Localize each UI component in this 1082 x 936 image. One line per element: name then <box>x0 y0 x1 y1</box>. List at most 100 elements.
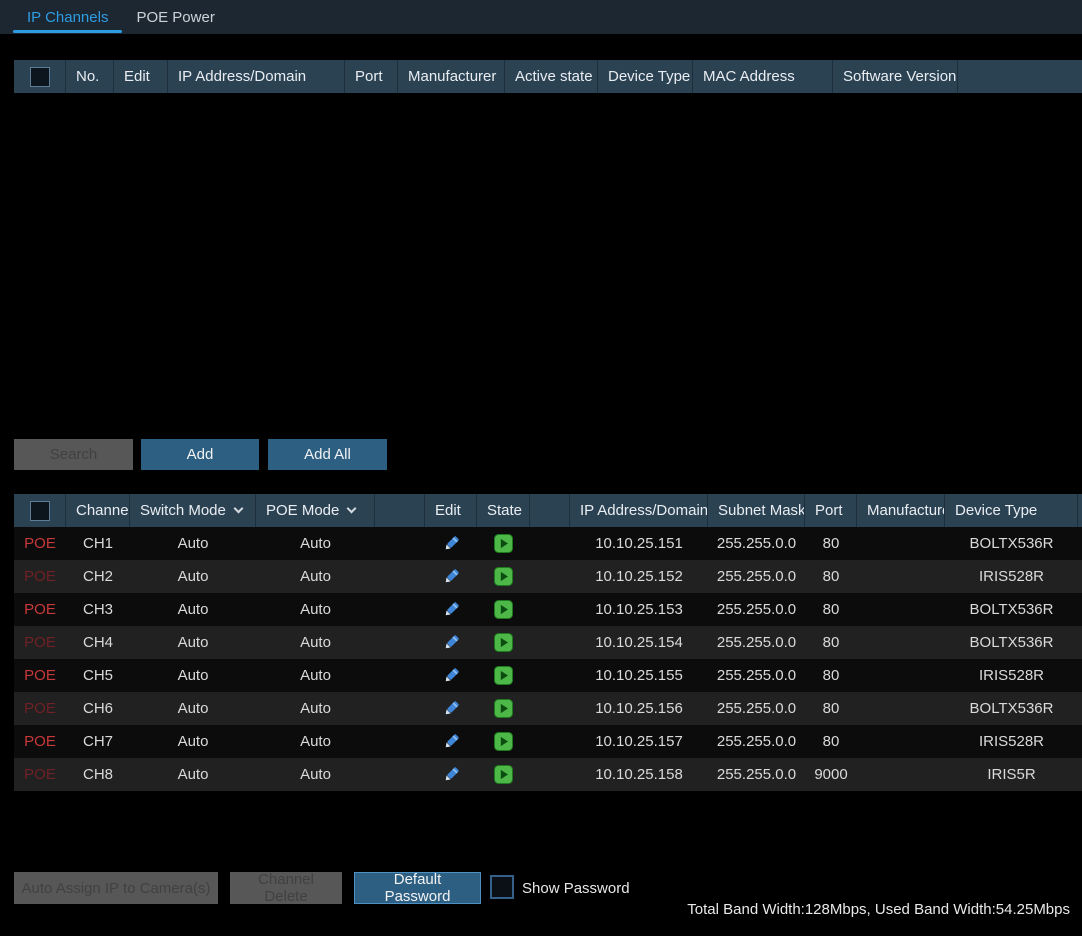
col-device-type: Device Type <box>945 494 1078 527</box>
show-password-label: Show Password <box>522 880 630 897</box>
play-state-icon <box>494 600 513 619</box>
tab-ip-channels[interactable]: IP Channels <box>13 0 122 34</box>
poe-label: POE <box>14 634 66 651</box>
col-ip-address: IP Address/Domain <box>570 494 708 527</box>
subnet-mask-cell: 255.255.0.0 <box>708 634 805 651</box>
play-state-icon <box>494 534 513 553</box>
add-all-button[interactable]: Add All <box>268 439 387 470</box>
ip-address-cell: 10.10.25.153 <box>570 601 708 618</box>
ip-address-cell: 10.10.25.156 <box>570 700 708 717</box>
port-cell: 80 <box>805 667 857 684</box>
ip-address-cell: 10.10.25.152 <box>570 568 708 585</box>
tab-poe-power[interactable]: POE Power <box>122 0 228 34</box>
channel-row[interactable]: POE CH5 Auto Auto <box>14 659 1082 692</box>
channel-row[interactable]: POE CH4 Auto Auto <box>14 626 1082 659</box>
poe-mode-cell: Auto <box>256 535 375 552</box>
channel-cell: CH6 <box>66 700 130 717</box>
state-play-button[interactable] <box>477 600 530 619</box>
channel-cell: CH4 <box>66 634 130 651</box>
device-type-cell: BOLTX536R <box>945 535 1078 552</box>
ip-address-cell: 10.10.25.157 <box>570 733 708 750</box>
state-play-button[interactable] <box>477 666 530 685</box>
empty-header-cell <box>530 494 570 527</box>
poe-mode-cell: Auto <box>256 634 375 651</box>
port-cell: 9000 <box>805 766 857 783</box>
col-no: No. <box>66 60 114 93</box>
device-type-cell: BOLTX536R <box>945 700 1078 717</box>
channel-cell: CH8 <box>66 766 130 783</box>
col-edit: Edit <box>114 60 168 93</box>
pencil-icon <box>442 765 461 784</box>
col-device-type: Device Type <box>598 60 693 93</box>
pencil-icon <box>442 600 461 619</box>
col-channel: Channel <box>66 494 130 527</box>
state-play-button[interactable] <box>477 732 530 751</box>
play-state-icon <box>494 567 513 586</box>
pencil-icon <box>442 732 461 751</box>
switch-mode-cell: Auto <box>130 535 256 552</box>
device-type-cell: BOLTX536R <box>945 601 1078 618</box>
state-play-button[interactable] <box>477 765 530 784</box>
channel-row[interactable]: POE CH2 Auto Auto <box>14 560 1082 593</box>
poe-mode-cell: Auto <box>256 733 375 750</box>
chevron-down-icon <box>347 503 357 513</box>
show-password-checkbox[interactable] <box>490 875 514 899</box>
empty-header-cell <box>375 494 425 527</box>
switch-mode-cell: Auto <box>130 733 256 750</box>
search-table-header: No. Edit IP Address/Domain Port Manufact… <box>14 60 1082 93</box>
state-play-button[interactable] <box>477 633 530 652</box>
play-state-icon <box>494 699 513 718</box>
default-password-button[interactable]: Default Password <box>354 872 481 904</box>
poe-label: POE <box>14 535 66 552</box>
channel-delete-button[interactable]: Channel Delete <box>230 872 342 904</box>
switch-mode-cell: Auto <box>130 634 256 651</box>
subnet-mask-cell: 255.255.0.0 <box>708 733 805 750</box>
subnet-mask-cell: 255.255.0.0 <box>708 601 805 618</box>
state-play-button[interactable] <box>477 534 530 553</box>
subnet-mask-cell: 255.255.0.0 <box>708 535 805 552</box>
channel-cell: CH1 <box>66 535 130 552</box>
edit-button[interactable] <box>425 534 477 553</box>
switch-mode-cell: Auto <box>130 568 256 585</box>
pencil-icon <box>442 534 461 553</box>
search-select-all-checkbox[interactable] <box>30 67 50 87</box>
add-button[interactable]: Add <box>141 439 259 470</box>
bandwidth-status: Total Band Width:128Mbps, Used Band Widt… <box>687 901 1070 918</box>
edit-button[interactable] <box>425 765 477 784</box>
search-button[interactable]: Search <box>14 439 133 470</box>
subnet-mask-cell: 255.255.0.0 <box>708 700 805 717</box>
channel-row[interactable]: POE CH3 Auto Auto <box>14 593 1082 626</box>
port-cell: 80 <box>805 733 857 750</box>
col-manufacturer: Manufacturer <box>398 60 505 93</box>
edit-button[interactable] <box>425 732 477 751</box>
edit-button[interactable] <box>425 699 477 718</box>
channel-row[interactable]: POE CH6 Auto Auto <box>14 692 1082 725</box>
subnet-mask-cell: 255.255.0.0 <box>708 568 805 585</box>
channel-row[interactable]: POE CH8 Auto Auto <box>14 758 1082 791</box>
edit-button[interactable] <box>425 567 477 586</box>
poe-mode-cell: Auto <box>256 601 375 618</box>
channel-table-header: Channel Switch Mode POE Mode Edit State … <box>14 494 1082 527</box>
play-state-icon <box>494 666 513 685</box>
channel-select-all-cell <box>14 494 66 527</box>
poe-mode-label: POE Mode <box>266 502 339 519</box>
edit-button[interactable] <box>425 600 477 619</box>
channel-row[interactable]: POE CH1 Auto Auto <box>14 527 1082 560</box>
empty-header-cell <box>958 60 1082 93</box>
channel-select-all-checkbox[interactable] <box>30 501 50 521</box>
auto-assign-ip-button[interactable]: Auto Assign IP to Camera(s) <box>14 872 218 904</box>
device-type-cell: IRIS528R <box>945 667 1078 684</box>
device-type-cell: IRIS528R <box>945 733 1078 750</box>
edit-button[interactable] <box>425 633 477 652</box>
pencil-icon <box>442 567 461 586</box>
port-cell: 80 <box>805 700 857 717</box>
play-state-icon <box>494 633 513 652</box>
state-play-button[interactable] <box>477 567 530 586</box>
state-play-button[interactable] <box>477 699 530 718</box>
col-switch-mode[interactable]: Switch Mode <box>130 494 256 527</box>
device-type-cell: BOLTX536R <box>945 634 1078 651</box>
edit-button[interactable] <box>425 666 477 685</box>
col-poe-mode[interactable]: POE Mode <box>256 494 375 527</box>
poe-label: POE <box>14 766 66 783</box>
channel-row[interactable]: POE CH7 Auto Auto <box>14 725 1082 758</box>
